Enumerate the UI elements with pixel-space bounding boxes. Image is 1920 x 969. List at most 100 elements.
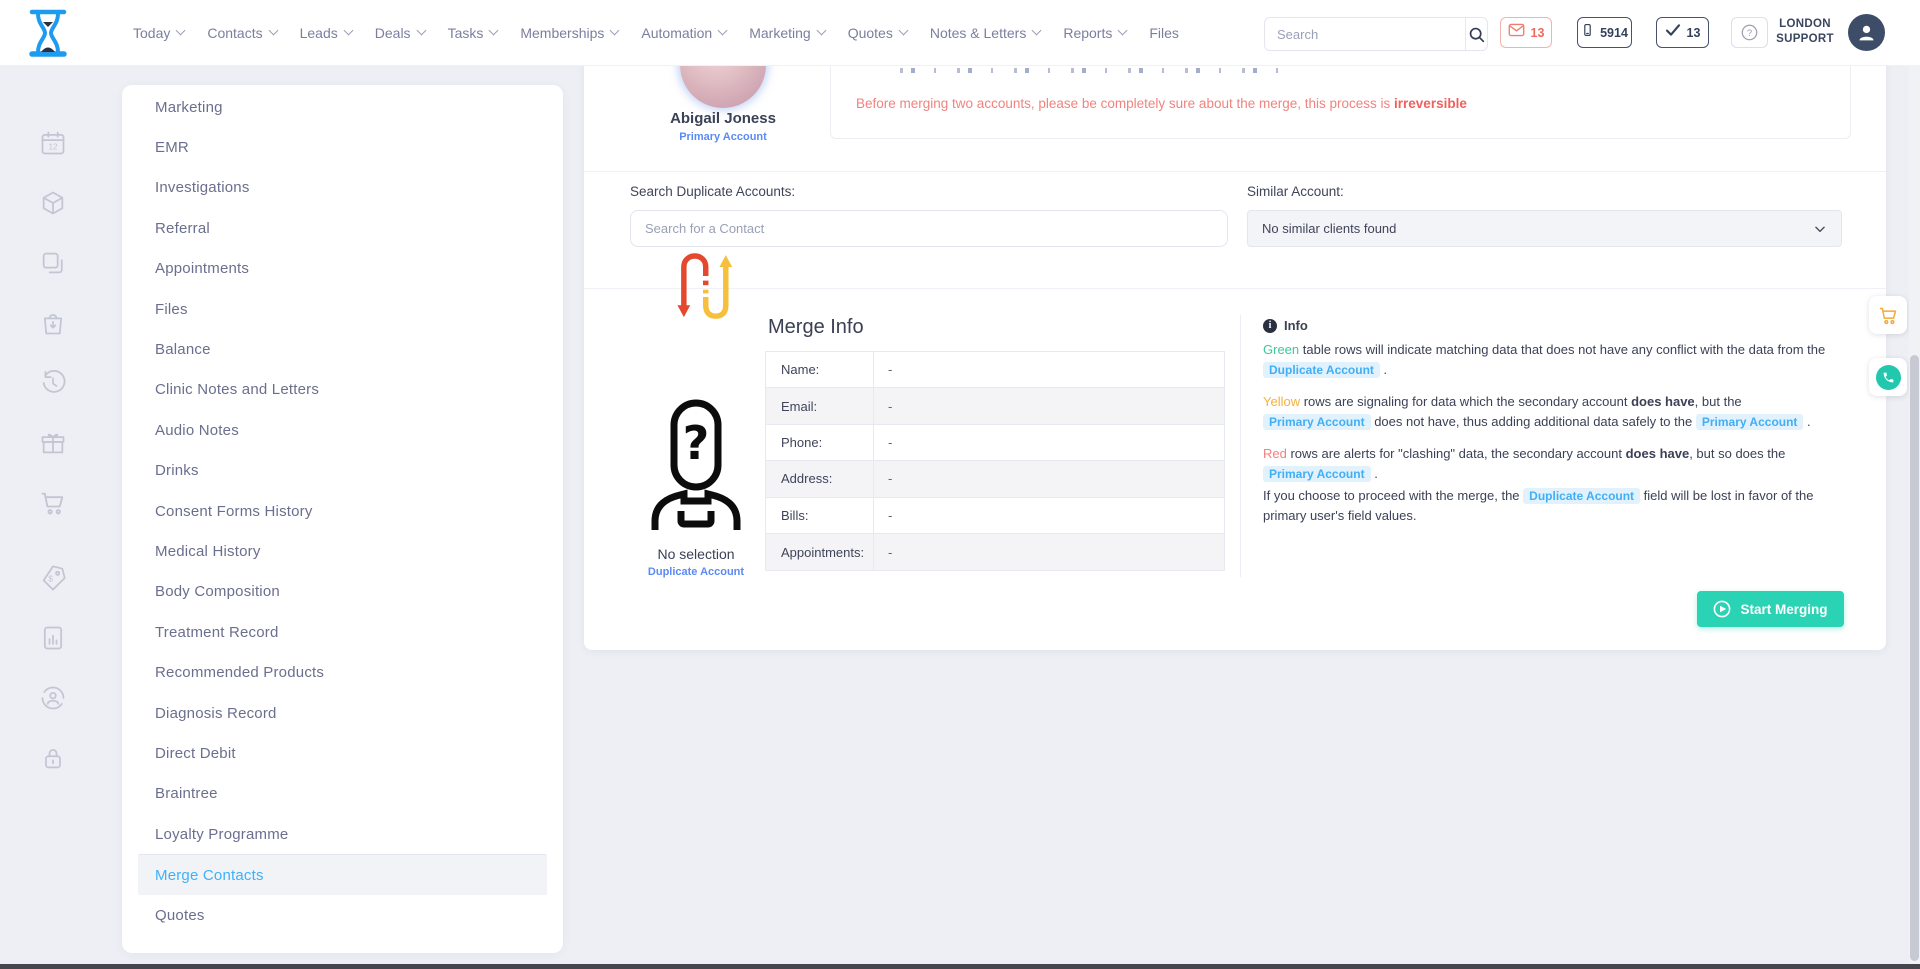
nav-item-notes-letters[interactable]: Notes & Letters xyxy=(930,25,1041,41)
merge-info-title: Merge Info xyxy=(768,316,864,339)
sidebar-item-label: Drinks xyxy=(155,462,199,479)
sidebar-item-appointments[interactable]: Appointments xyxy=(122,249,563,289)
gift-icon[interactable] xyxy=(39,429,67,457)
sidebar-item-label: Loyalty Programme xyxy=(155,826,288,843)
similar-account-value: No similar clients found xyxy=(1262,221,1813,236)
tasks-badge[interactable]: 13 xyxy=(1656,17,1709,48)
sidebar-item-drinks[interactable]: Drinks xyxy=(122,451,563,491)
sidebar-item-balance[interactable]: Balance xyxy=(122,329,563,369)
nav-item-tasks[interactable]: Tasks xyxy=(448,25,498,41)
nav-item-deals[interactable]: Deals xyxy=(375,25,425,41)
sidebar-item-referral[interactable]: Referral xyxy=(122,208,563,248)
sidebar-item-medical-history[interactable]: Medical History xyxy=(122,531,563,571)
nav-item-marketing[interactable]: Marketing xyxy=(749,25,824,41)
similar-account-select[interactable]: No similar clients found xyxy=(1247,210,1842,247)
table-row: Email:- xyxy=(766,388,1224,424)
nav-item-today[interactable]: Today xyxy=(133,25,184,41)
help-button[interactable]: ? xyxy=(1731,17,1768,48)
sidebar-item-merge-contacts[interactable]: Merge Contacts xyxy=(138,854,547,894)
app-logo-icon[interactable] xyxy=(28,9,68,57)
sidebar-item-direct-debit[interactable]: Direct Debit xyxy=(122,733,563,773)
vertical-divider xyxy=(1240,315,1241,577)
nav-item-leads[interactable]: Leads xyxy=(300,25,352,41)
nav-item-files[interactable]: Files xyxy=(1149,25,1179,41)
chevron-down-icon xyxy=(416,26,426,36)
table-row: Phone:- xyxy=(766,425,1224,461)
nav-item-label: Deals xyxy=(375,25,411,41)
info-paragraph: If you choose to proceed with the merge,… xyxy=(1263,486,1851,526)
info-paragraph: Yellow rows are signaling for data which… xyxy=(1263,392,1851,432)
sidebar-item-label: Marketing xyxy=(155,99,223,116)
package-icon[interactable] xyxy=(39,189,67,217)
nav-item-quotes[interactable]: Quotes xyxy=(848,25,907,41)
table-row: Address:- xyxy=(766,461,1224,497)
sidebar-item-quotes[interactable]: Quotes xyxy=(122,895,563,935)
sidebar-item-label: Medical History xyxy=(155,543,261,560)
nav-item-automation[interactable]: Automation xyxy=(641,25,726,41)
main-nav: Today Contacts Leads Deals Tasks Memberships A… xyxy=(133,0,1179,65)
chevron-down-icon xyxy=(176,26,186,36)
sidebar-item-braintree[interactable]: Braintree xyxy=(122,774,563,814)
calendar-icon[interactable]: 12 xyxy=(39,129,67,157)
sidebar-item-investigations[interactable]: Investigations xyxy=(122,168,563,208)
sidebar-item-label: Quotes xyxy=(155,907,205,924)
lock-icon[interactable] xyxy=(39,744,67,772)
divider xyxy=(584,288,1886,289)
row-value: - xyxy=(874,399,1224,414)
nav-item-memberships[interactable]: Memberships xyxy=(520,25,618,41)
row-value: - xyxy=(874,508,1224,523)
icon-rail: 12 $ xyxy=(0,65,92,969)
cart-icon[interactable] xyxy=(39,489,67,517)
row-value: - xyxy=(874,545,1224,560)
sidebar-item-treatment-record[interactable]: Treatment Record xyxy=(122,612,563,652)
duplicate-account-link[interactable]: Duplicate Account xyxy=(616,566,776,578)
shopping-bag-icon[interactable] xyxy=(39,309,67,337)
inbox-badge[interactable]: 13 xyxy=(1500,17,1552,48)
info-title: Info xyxy=(1284,318,1308,333)
duplicate-contact-search-input[interactable] xyxy=(630,210,1228,247)
primary-account-link[interactable]: Primary Account xyxy=(633,131,813,143)
search-input[interactable] xyxy=(1265,27,1465,42)
cart-float-button[interactable] xyxy=(1869,296,1907,334)
call-float-button[interactable] xyxy=(1869,358,1907,396)
sidebar-item-loyalty-programme[interactable]: Loyalty Programme xyxy=(122,814,563,854)
calls-badge[interactable]: 5914 xyxy=(1577,17,1632,48)
report-icon[interactable] xyxy=(39,624,67,652)
sidebar-item-files[interactable]: Files xyxy=(122,289,563,329)
divider xyxy=(584,171,1886,172)
sidebar-item-diagnosis-record[interactable]: Diagnosis Record xyxy=(122,693,563,733)
svg-text:12: 12 xyxy=(48,142,58,151)
search-icon[interactable] xyxy=(1465,18,1487,50)
sidebar-item-label: Body Composition xyxy=(155,583,280,600)
person-icon xyxy=(1856,22,1877,43)
scrollbar-thumb[interactable] xyxy=(1910,355,1919,961)
table-row: Bills:- xyxy=(766,498,1224,534)
sidebar-item-audio-notes[interactable]: Audio Notes xyxy=(122,410,563,450)
start-merging-button[interactable]: Start Merging xyxy=(1697,591,1844,627)
nav-item-contacts[interactable]: Contacts xyxy=(207,25,276,41)
sidebar-item-marketing[interactable]: Marketing xyxy=(122,87,563,127)
chevron-down-icon xyxy=(1032,26,1042,36)
sidebar-item-clinic-notes-and-letters[interactable]: Clinic Notes and Letters xyxy=(122,370,563,410)
nav-item-reports[interactable]: Reports xyxy=(1063,25,1126,41)
nav-item-label: Leads xyxy=(300,25,338,41)
account-sync-icon[interactable] xyxy=(39,684,67,712)
sidebar-item-label: Treatment Record xyxy=(155,624,279,641)
nav-item-label: Memberships xyxy=(520,25,604,41)
text-segment: , but so does the xyxy=(1689,446,1785,461)
sidebar-item-recommended-products[interactable]: Recommended Products xyxy=(122,652,563,692)
text-segment: rows are alerts for "clashing" data, the… xyxy=(1287,446,1626,461)
question-glyph: ? xyxy=(1747,28,1752,39)
history-icon[interactable] xyxy=(39,369,67,397)
row-value: - xyxy=(874,362,1224,377)
row-label: Bills: xyxy=(766,498,874,533)
user-avatar[interactable] xyxy=(1848,14,1885,51)
duplicate-icon[interactable] xyxy=(39,249,67,277)
price-tag-icon[interactable]: $ xyxy=(39,564,67,592)
nav-item-label: Marketing xyxy=(749,25,810,41)
sidebar-item-label: Diagnosis Record xyxy=(155,705,277,722)
sidebar-item-consent-forms-history[interactable]: Consent Forms History xyxy=(122,491,563,531)
sidebar-item-body-composition[interactable]: Body Composition xyxy=(122,572,563,612)
sidebar-item-emr[interactable]: EMR xyxy=(122,127,563,167)
row-label: Address: xyxy=(766,461,874,496)
